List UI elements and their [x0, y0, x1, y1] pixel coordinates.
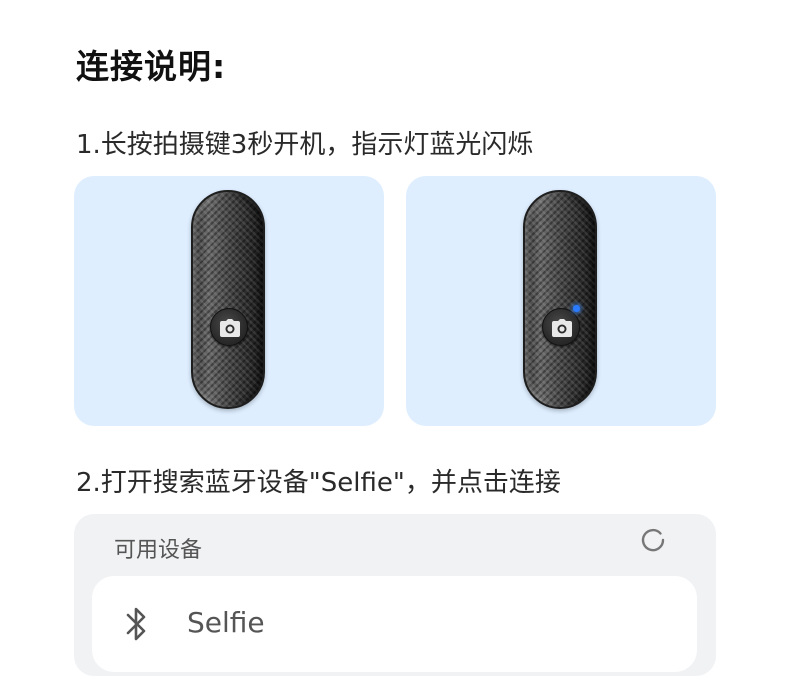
camera-icon: [552, 319, 572, 337]
blue-indicator-light: [573, 305, 580, 312]
connection-instructions-page: 连接说明: 1.长按拍摄键3秒开机，指示灯蓝光闪烁 2.打开搜索蓝牙设备"Sel…: [0, 0, 790, 699]
shutter-button: [542, 308, 580, 346]
selfie-remote-image: [523, 190, 597, 409]
illustration-device-blinking: [406, 176, 716, 426]
available-devices-header: 可用设备: [114, 538, 203, 563]
bluetooth-icon: [126, 607, 146, 641]
camera-icon: [220, 319, 240, 337]
shutter-button: [210, 308, 248, 346]
illustration-device-off: [74, 176, 384, 426]
refresh-icon[interactable]: [640, 527, 666, 553]
step-1-text: 1.长按拍摄键3秒开机，指示灯蓝光闪烁: [76, 130, 534, 160]
bluetooth-available-devices: 可用设备 Selfie: [74, 514, 716, 676]
device-name: Selfie: [187, 606, 265, 639]
selfie-remote-image: [191, 190, 265, 409]
page-title: 连接说明:: [76, 47, 227, 86]
bluetooth-device-selfie[interactable]: Selfie: [92, 576, 697, 672]
step-2-text: 2.打开搜索蓝牙设备"Selfie"，并点击连接: [76, 468, 561, 498]
